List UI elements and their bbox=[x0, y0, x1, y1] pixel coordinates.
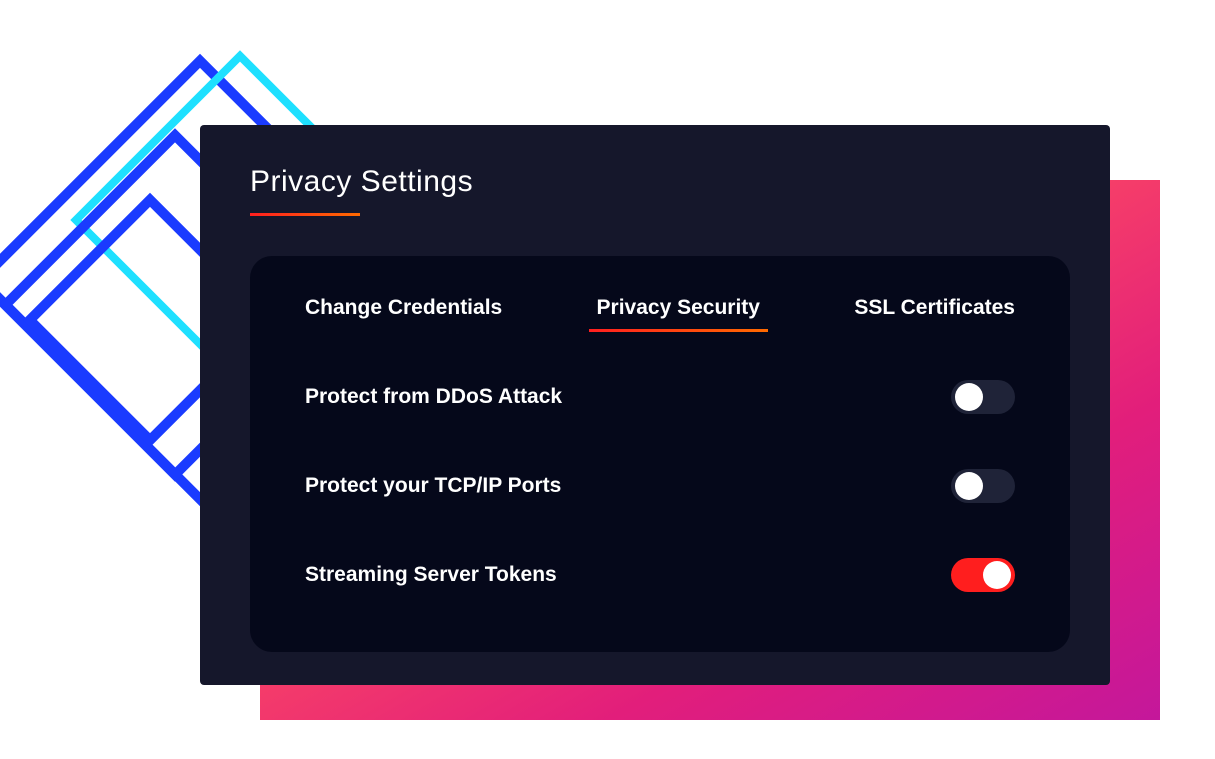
toggle-ddos[interactable] bbox=[951, 380, 1015, 414]
setting-label: Streaming Server Tokens bbox=[305, 563, 557, 587]
tab-change-credentials[interactable]: Change Credentials bbox=[305, 296, 502, 330]
setting-row-streaming: Streaming Server Tokens bbox=[305, 558, 1015, 592]
tab-privacy-security[interactable]: Privacy Security bbox=[597, 296, 760, 330]
setting-label: Protect your TCP/IP Ports bbox=[305, 474, 561, 498]
privacy-settings-panel: Privacy Settings Change Credentials Priv… bbox=[200, 125, 1110, 685]
title-underline-accent bbox=[250, 213, 360, 216]
toggle-knob-icon bbox=[955, 383, 983, 411]
toggle-knob-icon bbox=[983, 561, 1011, 589]
toggle-tcpip[interactable] bbox=[951, 469, 1015, 503]
panel-title: Privacy Settings bbox=[250, 165, 1070, 199]
setting-label: Protect from DDoS Attack bbox=[305, 385, 562, 409]
settings-content: Change Credentials Privacy Security SSL … bbox=[250, 256, 1070, 652]
toggle-streaming[interactable] bbox=[951, 558, 1015, 592]
setting-row-tcpip: Protect your TCP/IP Ports bbox=[305, 469, 1015, 503]
setting-row-ddos: Protect from DDoS Attack bbox=[305, 380, 1015, 414]
settings-tabs: Change Credentials Privacy Security SSL … bbox=[305, 296, 1015, 330]
toggle-knob-icon bbox=[955, 472, 983, 500]
tab-ssl-certificates[interactable]: SSL Certificates bbox=[854, 296, 1015, 330]
